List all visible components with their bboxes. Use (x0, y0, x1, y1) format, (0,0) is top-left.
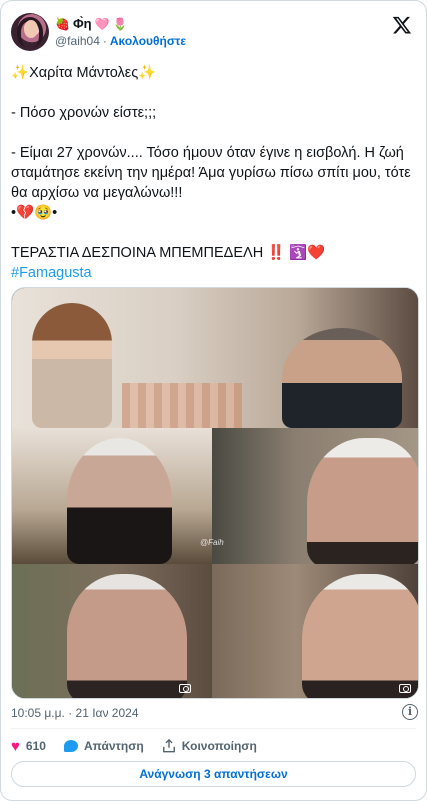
hashtag-link[interactable]: #Famagusta (11, 263, 418, 283)
emoji-line: •💔🥹• (11, 205, 58, 221)
photo-panel-bottom-right (212, 564, 418, 698)
timestamp[interactable]: 10:05 μ.μ. · 21 Ιαν 2024 (11, 706, 139, 720)
answer-line: - Είμαι 27 χρονών.... Τόσο ήμουν όταν έγ… (11, 145, 411, 201)
tulip-icon: 🌷 (112, 16, 128, 31)
camera-icon (179, 684, 191, 693)
reply-label: Απάντηση (83, 739, 144, 753)
display-name-row[interactable]: 🍓 Φ̀η 🩷 🌷 (55, 16, 127, 31)
media-image[interactable]: @Faih (11, 287, 419, 699)
handle[interactable]: @faih04 (55, 34, 100, 48)
photo-panel-bottom-left (12, 564, 212, 698)
double-exclamation-icon: ‼️ (267, 245, 286, 261)
photo-panel-middle-left (12, 428, 212, 564)
tweet-text: ✨Χαρίτα Μάντολες✨ - Πόσο χρονών είστε;;;… (11, 63, 418, 283)
avatar[interactable] (11, 13, 49, 51)
read-replies-button[interactable]: Ανάγνωση 3 απαντήσεων (11, 761, 416, 787)
handle-row: @faih04 · Ακολουθήστε (55, 34, 186, 48)
question-line: - Πόσο χρονών είστε;;; (11, 105, 157, 121)
sparkle-icon: ✨ (138, 65, 157, 81)
x-logo-icon[interactable] (392, 15, 412, 35)
closing-line: ΤΕΡΑΣΤΙΑ ΔΕΣΠΟΙΝΑ ΜΠΕΜΠΕΔΕΛΗ ‼️ 🛐❤️ (11, 245, 326, 261)
action-bar: ♥ 610 Απάντηση Κοινοποίηση (11, 736, 275, 756)
photo-panel-middle-right (212, 428, 418, 568)
separator-dot: · (102, 34, 107, 48)
info-icon[interactable]: i (402, 704, 418, 720)
sparkle-icon: ✨ (11, 65, 30, 81)
follow-link[interactable]: Ακολουθήστε (110, 34, 186, 48)
display-name[interactable]: Φ̀η (73, 16, 92, 31)
heart-icon: ♥ (11, 737, 20, 755)
tweet-card: 🍓 Φ̀η 🩷 🌷 @faih04 · Ακολουθήστε ✨Χαρίτα … (0, 0, 427, 801)
like-count: 610 (25, 739, 46, 753)
photo-panel-top (12, 288, 418, 428)
share-button[interactable]: Κοινοποίηση (162, 739, 257, 753)
title-line: ✨Χαρίτα Μάντολες✨ (11, 65, 157, 81)
tweet-header: 🍓 Φ̀η 🩷 🌷 @faih04 · Ακολουθήστε (11, 11, 416, 55)
watermark: @Faih (200, 538, 224, 547)
pray-heart-icon: 🛐❤️ (289, 245, 326, 261)
share-icon (162, 739, 175, 753)
avatar-face (24, 20, 38, 38)
reply-bubble-icon (63, 740, 78, 752)
reply-button[interactable]: Απάντηση (63, 739, 144, 753)
share-label: Κοινοποίηση (181, 739, 257, 753)
like-button[interactable]: ♥ 610 (11, 738, 46, 755)
camera-icon (399, 684, 411, 693)
pink-heart-icon: 🩷 (94, 16, 110, 31)
strawberry-icon: 🍓 (55, 16, 70, 31)
divider (11, 728, 416, 729)
